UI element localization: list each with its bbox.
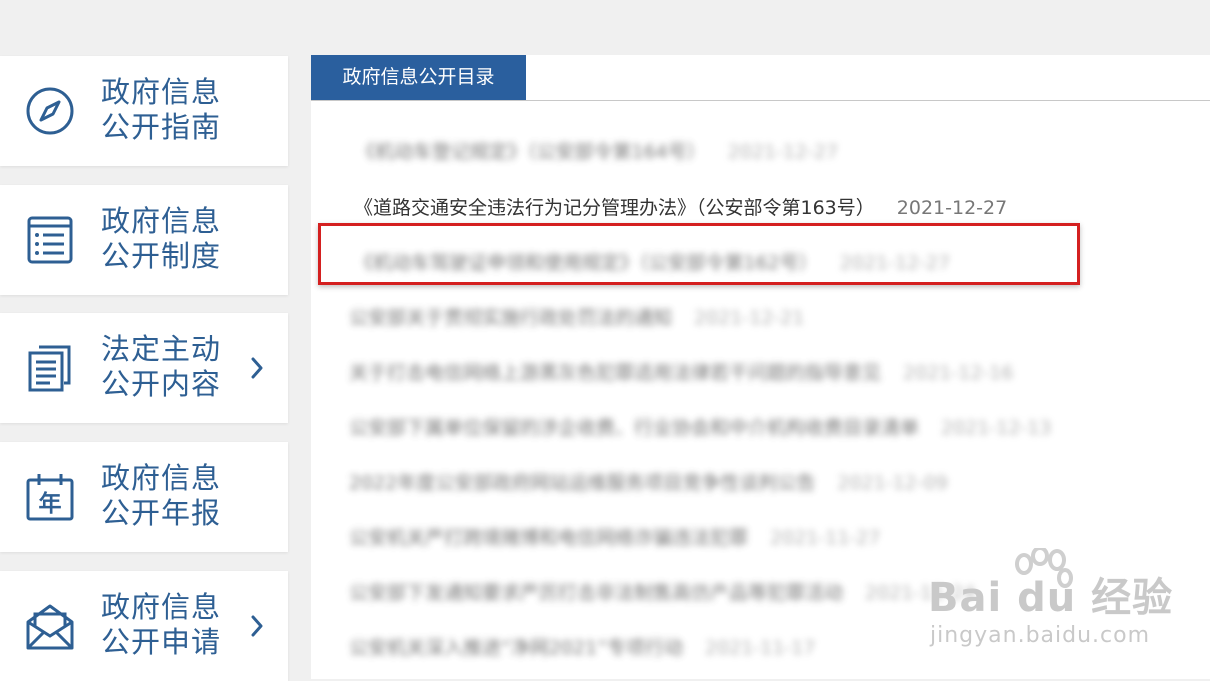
item-title: 《机动车登记规定》（公安部令第164号） xyxy=(356,141,706,163)
calendar-year-text: 年 xyxy=(39,490,62,517)
list-item[interactable]: 关于打击电信网络上游黑灰色犯罪适用法律若干问题的指导意见 2021-12-16 xyxy=(349,361,1013,385)
list-item[interactable]: 公安机关严打跨境赌博和电信网络诈骗违法犯罪 2021-11-27 xyxy=(349,526,880,550)
list-item[interactable]: 公安部关于贯彻实施行政处罚法的通知 2021-12-21 xyxy=(349,306,804,330)
sidebar-item-label: 政府信息 公开申请 xyxy=(101,590,222,659)
tab-bar: 政府信息公开目录 xyxy=(311,55,1210,101)
item-title: 公安部关于贯彻实施行政处罚法的通知 xyxy=(349,307,673,329)
list-item[interactable]: 《机动车登记规定》（公安部令第164号） 2021-12-27 xyxy=(356,140,838,164)
item-title: 公安部下属单位保留的涉企收费、行业协会和中介机构收费目录清单 xyxy=(349,417,920,439)
item-date: 2021-12-27 xyxy=(727,141,839,163)
documents-icon xyxy=(24,342,76,394)
item-title: 公安机关严打跨境赌博和电信网络诈骗违法犯罪 xyxy=(349,527,749,549)
sidebar-item-label: 政府信息 公开年报 xyxy=(101,461,222,530)
highlight-annotation-box xyxy=(318,223,1080,285)
item-title: 公安机关深入推进“净网2021”专项行动 xyxy=(349,637,684,659)
item-date: 2021-11-17 xyxy=(705,637,816,659)
list-item-highlighted[interactable]: 《道路交通安全违法行为记分管理办法》（公安部令第163号） 2021-12-27 xyxy=(354,196,1007,220)
sidebar-item-guide[interactable]: 政府信息 公开指南 xyxy=(0,56,288,166)
list-document-icon xyxy=(24,214,76,266)
item-date: 2021-12-27 xyxy=(896,197,1008,219)
list-item[interactable]: 公安部下发通知要求严厉打击非法制售高仿产品等犯罪活动 2021-11-24 xyxy=(349,581,975,605)
sidebar-item-system[interactable]: 政府信息 公开制度 xyxy=(0,185,288,295)
item-date: 2021-12-16 xyxy=(903,362,1014,384)
item-date: 2021-12-09 xyxy=(837,472,948,494)
catalog-panel: 政府信息公开目录 《机动车登记规定》（公安部令第164号） 2021-12-27 … xyxy=(311,55,1210,679)
item-date: 2021-12-13 xyxy=(941,417,1052,439)
item-date: 2021-11-24 xyxy=(865,582,976,604)
sidebar-item-application[interactable]: 政府信息 公开申请 xyxy=(0,571,288,681)
sidebar-item-label: 政府信息 公开制度 xyxy=(101,204,222,273)
sidebar-item-label: 法定主动 公开内容 xyxy=(101,332,222,401)
item-date: 2021-11-27 xyxy=(770,527,881,549)
calendar-year-icon: 年 xyxy=(24,471,76,523)
item-title: 关于打击电信网络上游黑灰色犯罪适用法律若干问题的指导意见 xyxy=(349,362,882,384)
sidebar: 政府信息 公开指南 政府信息 公开制度 法定主动 公开内容 年 政府信息 公开年报 xyxy=(0,0,290,681)
list-item[interactable]: 2022年度公安部政府网站运维服务项目竞争性谈判公告 2021-12-09 xyxy=(349,471,948,495)
list-item[interactable]: 公安部下属单位保留的涉企收费、行业协会和中介机构收费目录清单 2021-12-13 xyxy=(349,416,1051,440)
item-date: 2021-12-21 xyxy=(694,307,805,329)
sidebar-item-label: 政府信息 公开指南 xyxy=(101,75,222,144)
compass-icon xyxy=(24,85,76,137)
chevron-right-icon xyxy=(250,614,264,638)
item-title: 2022年度公安部政府网站运维服务项目竞争性谈判公告 xyxy=(349,472,816,494)
list-item[interactable]: 公安机关深入推进“净网2021”专项行动 2021-11-17 xyxy=(349,636,815,660)
item-title: 公安部下发通知要求严厉打击非法制售高仿产品等犯罪活动 xyxy=(349,582,844,604)
envelope-icon xyxy=(24,600,76,652)
tab-catalog[interactable]: 政府信息公开目录 xyxy=(311,55,526,100)
item-title: 《道路交通安全违法行为记分管理办法》（公安部令第163号） xyxy=(354,197,875,219)
chevron-right-icon xyxy=(250,356,264,380)
sidebar-item-statutory[interactable]: 法定主动 公开内容 xyxy=(0,313,288,423)
sidebar-item-annual-report[interactable]: 年 政府信息 公开年报 xyxy=(0,442,288,552)
